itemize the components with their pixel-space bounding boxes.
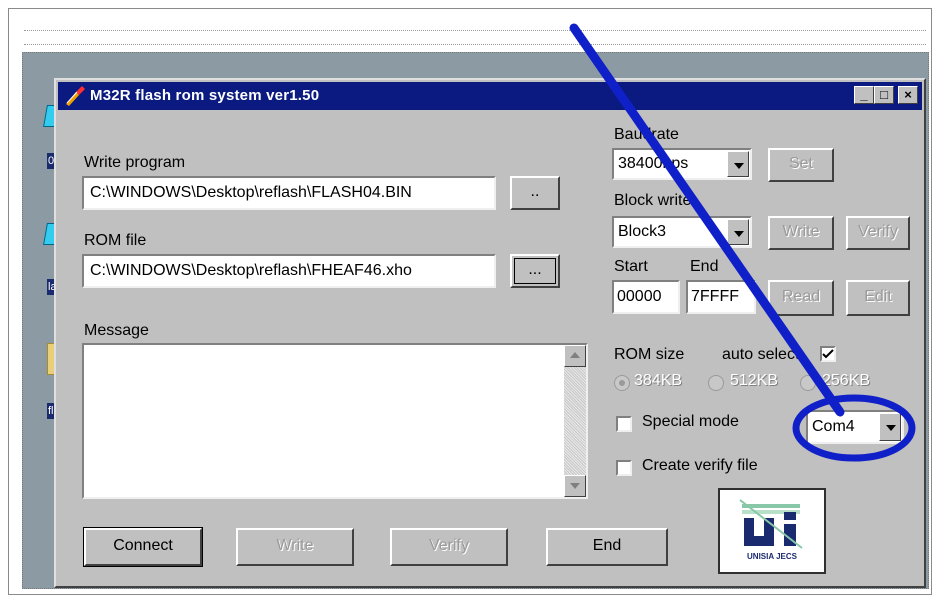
start-label: Start: [614, 258, 648, 275]
create-verify-label: Create verify file: [642, 457, 758, 474]
write-label: Write: [276, 537, 314, 554]
dotted-divider: [24, 30, 926, 31]
message-scrollbar[interactable]: [564, 345, 586, 497]
edit-button[interactable]: Edit: [846, 280, 910, 316]
rom-size-label: ROM size: [614, 346, 685, 363]
end-address-field[interactable]: 7FFFF: [686, 280, 756, 314]
minimize-icon: _: [860, 87, 868, 102]
auto-select-checkbox[interactable]: [820, 346, 836, 362]
special-mode-checkbox[interactable]: [616, 416, 632, 432]
read-label: Read: [781, 288, 821, 305]
rom-size-radio-256[interactable]: [800, 375, 816, 391]
write-program-label: Write program: [84, 154, 186, 171]
rom-file-browse-button[interactable]: ...: [510, 254, 560, 288]
block-write-button[interactable]: Write: [768, 216, 834, 250]
rom-file-path-field[interactable]: C:\WINDOWS\Desktop\reflash\FHEAF46.xho: [82, 254, 496, 288]
rom-file-label: ROM file: [84, 232, 147, 249]
end-label: End: [592, 537, 622, 554]
write-program-path-field[interactable]: C:\WINDOWS\Desktop\reflash\FLASH04.BIN: [82, 176, 496, 210]
checkmark-icon: [822, 349, 834, 359]
verify-label: Verify: [428, 537, 469, 554]
block-verify-button[interactable]: Verify: [846, 216, 910, 250]
chevron-down-icon[interactable]: [727, 219, 749, 245]
write-button[interactable]: Write: [236, 528, 354, 566]
start-address-field[interactable]: 00000: [612, 280, 680, 314]
block-value: Block3: [618, 223, 667, 240]
write-label: Write: [782, 223, 820, 240]
set-button[interactable]: Set: [768, 148, 834, 182]
end-label: End: [690, 258, 719, 275]
baudrate-select[interactable]: 38400bps: [612, 148, 752, 180]
close-button[interactable]: ×: [898, 86, 918, 104]
verify-label: Verify: [857, 223, 898, 240]
create-verify-checkbox[interactable]: [616, 460, 632, 476]
rom-size-radio-384[interactable]: [614, 375, 630, 391]
flash-tool-icon: [66, 86, 85, 106]
message-box[interactable]: [82, 343, 588, 499]
auto-select-label: auto select: [722, 346, 800, 363]
rom-size-option-label: 256KB: [822, 372, 871, 389]
connect-button[interactable]: Connect: [83, 527, 203, 567]
verify-button[interactable]: Verify: [390, 528, 508, 566]
rom-size-radio-512[interactable]: [708, 375, 724, 391]
scroll-up-icon[interactable]: [564, 345, 586, 367]
dotted-divider: [24, 44, 926, 45]
end-button[interactable]: End: [546, 528, 668, 566]
close-icon: ×: [904, 87, 912, 102]
maximize-button[interactable]: □: [874, 86, 894, 104]
com-port-value: Com4: [812, 418, 855, 435]
minimize-button[interactable]: _: [854, 86, 874, 104]
maximize-icon: □: [880, 87, 888, 102]
com-port-select[interactable]: Com4: [806, 410, 904, 444]
rom-size-option-label: 512KB: [730, 372, 779, 389]
special-mode-label: Special mode: [642, 413, 739, 430]
chevron-down-icon[interactable]: [727, 151, 749, 177]
write-program-browse-button[interactable]: ..: [510, 176, 560, 210]
edit-label: Edit: [864, 288, 892, 305]
baudrate-value: 38400bps: [618, 155, 689, 172]
block-write-label: Block write: [614, 192, 692, 209]
title-bar[interactable]: M32R flash rom system ver1.50 _ □ ×: [58, 82, 922, 110]
browse-label: ..: [530, 183, 540, 200]
chevron-down-icon[interactable]: [879, 413, 901, 441]
set-label: Set: [788, 155, 813, 172]
window-title: M32R flash rom system ver1.50: [90, 87, 320, 104]
read-button[interactable]: Read: [768, 280, 834, 316]
scroll-down-icon[interactable]: [564, 475, 586, 497]
message-label: Message: [84, 322, 149, 339]
logo-text: UNISIA JECS: [747, 552, 797, 561]
company-logo: UNISIA JECS: [718, 488, 826, 574]
browse-label: ...: [528, 261, 542, 278]
connect-label: Connect: [113, 537, 173, 554]
block-select[interactable]: Block3: [612, 216, 752, 248]
baudrate-label: Baudrate: [614, 126, 679, 143]
rom-size-option-label: 384KB: [634, 372, 683, 389]
